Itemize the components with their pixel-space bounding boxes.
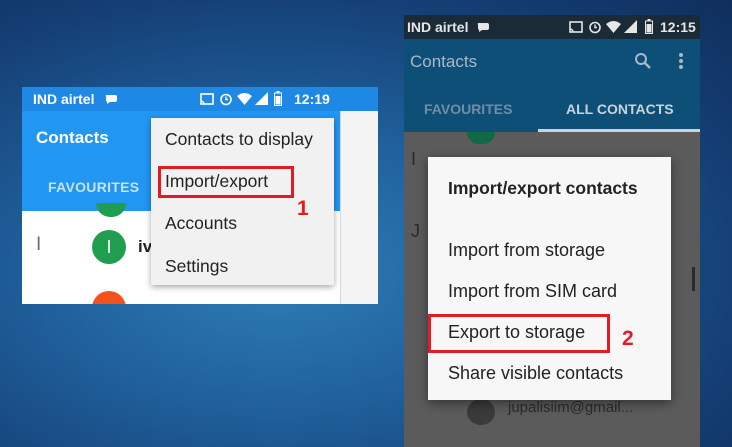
avatar-initial: I (106, 237, 112, 257)
menu-item-settings[interactable]: Settings (165, 256, 228, 277)
avatar[interactable] (96, 203, 126, 217)
cast-icon (569, 21, 583, 33)
signal-icon (255, 92, 268, 105)
section-letter: I (411, 149, 417, 169)
battery-icon (274, 91, 282, 106)
section-letter: J (411, 221, 420, 241)
app-title: Contacts (36, 128, 109, 147)
option-share-visible-contacts[interactable]: Share visible contacts (448, 363, 623, 384)
dialog-title: Import/export contacts (448, 178, 638, 198)
avatar[interactable] (92, 291, 126, 304)
wifi-icon (606, 21, 621, 33)
alarm-icon (220, 93, 232, 106)
status-bar: IND airtel 12:19 (22, 87, 378, 111)
menu-item-accounts[interactable]: Accounts (165, 213, 237, 234)
tab-indicator (538, 129, 700, 132)
wifi-icon (237, 93, 252, 105)
step-number: 1 (297, 197, 309, 220)
more-options-icon[interactable] (678, 52, 684, 70)
status-time: 12:15 (660, 19, 696, 35)
background-content (340, 111, 378, 304)
avatar[interactable] (467, 399, 495, 425)
alarm-icon (589, 21, 601, 34)
highlight-box (428, 314, 610, 353)
chat-notification-icon (477, 23, 489, 32)
scroll-thumb[interactable] (692, 267, 695, 291)
battery-icon (645, 19, 653, 34)
app-title: Contacts (410, 52, 478, 71)
carrier-label: IND airtel (33, 91, 95, 107)
status-bar: IND airtel 12:15 (404, 15, 700, 39)
carrier-label: IND airtel (407, 19, 469, 35)
status-time: 12:19 (294, 91, 330, 107)
step-number: 2 (622, 327, 634, 350)
menu-item-contacts-to-display[interactable]: Contacts to display (165, 129, 313, 150)
chat-notification-icon (105, 95, 117, 104)
tab-favourites[interactable]: FAVOURITES (424, 101, 512, 117)
search-icon[interactable] (634, 52, 652, 70)
option-import-from-sim-card[interactable]: Import from SIM card (448, 281, 617, 302)
signal-icon (624, 20, 637, 33)
import-export-dialog: Import/export contacts Import from stora… (428, 157, 671, 400)
highlight-box (158, 166, 294, 198)
avatar[interactable]: I (92, 230, 126, 264)
option-import-from-storage[interactable]: Import from storage (448, 240, 605, 261)
avatar[interactable] (467, 132, 495, 144)
tab-all-contacts[interactable]: ALL CONTACTS (566, 101, 674, 117)
tab-favourites[interactable]: FAVOURITES (48, 179, 139, 195)
section-letter: I (36, 234, 42, 255)
cast-icon (200, 93, 214, 105)
contact-email[interactable]: jupalisiim@gmail... (508, 399, 633, 416)
